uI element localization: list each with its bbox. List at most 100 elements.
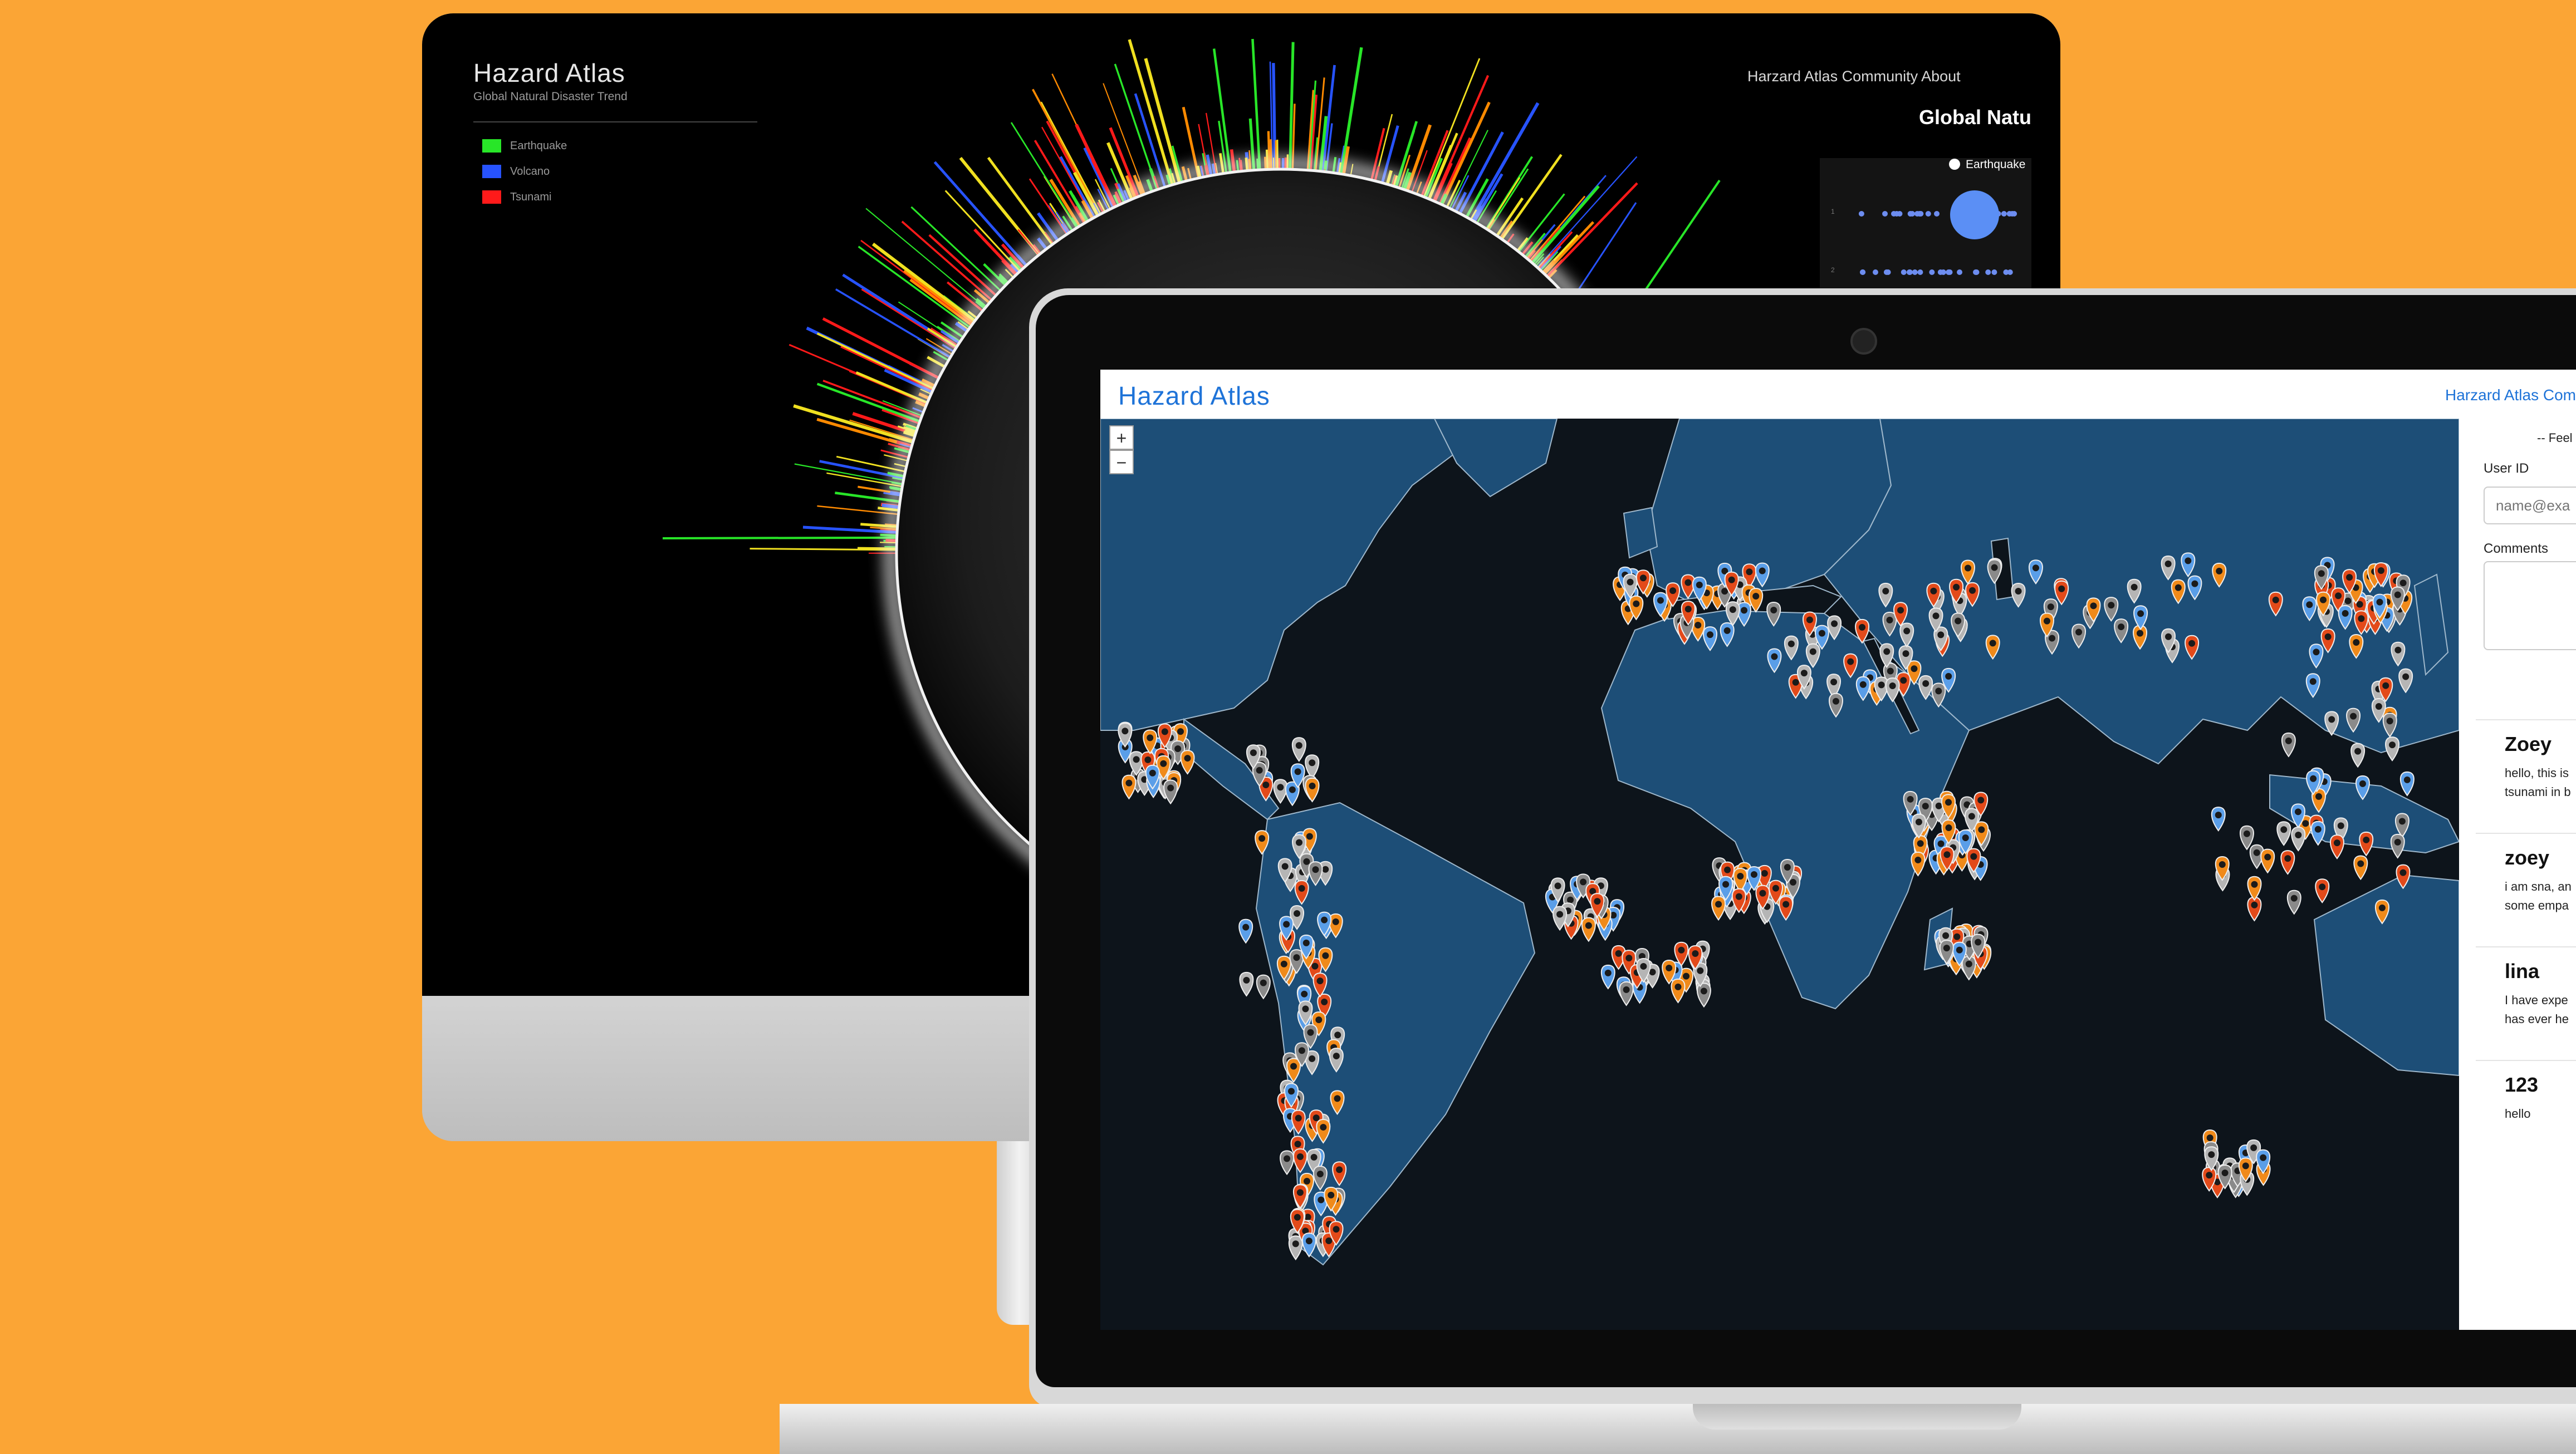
- hazard-marker[interactable]: [1671, 979, 1684, 1003]
- marker-dot: [1930, 588, 1937, 595]
- user-id-input[interactable]: [2484, 487, 2576, 524]
- marker-dot: [2260, 1155, 2266, 1161]
- comment-author: lina: [2505, 960, 2539, 983]
- highlight-bubble[interactable]: [1950, 190, 1999, 239]
- comments-label: Comments: [2484, 541, 2548, 557]
- disaster-spike: [873, 244, 975, 321]
- hazard-marker[interactable]: [1280, 1151, 1294, 1174]
- hazard-marker[interactable]: [1602, 965, 1615, 989]
- comment-item: lina 202 I have expe has ever he: [2476, 946, 2576, 1059]
- marker-dot: [1306, 833, 1313, 839]
- hazard-marker[interactable]: [2359, 832, 2373, 856]
- hazard-marker[interactable]: [2391, 834, 2404, 858]
- hazard-marker[interactable]: [2315, 879, 2329, 902]
- legend-swatch: [482, 165, 501, 178]
- marker-dot: [1860, 681, 1867, 688]
- comment-author: Zoey: [2505, 733, 2551, 756]
- marker-dot: [1295, 1141, 1301, 1147]
- marker-dot: [2291, 895, 2298, 902]
- marker-dot: [2264, 854, 2271, 861]
- trend-dot: [1957, 269, 1962, 275]
- comment-text: tsunami in b: [2505, 783, 2576, 802]
- marker-dot: [2387, 718, 2393, 724]
- marker-dot: [1625, 955, 1632, 961]
- hazard-marker[interactable]: [2330, 835, 2344, 858]
- app-title[interactable]: Hazard Atlas: [1118, 381, 1270, 411]
- hazard-marker[interactable]: [1257, 975, 1270, 999]
- hazard-marker[interactable]: [2354, 856, 2367, 879]
- marker-dot: [1933, 612, 1940, 619]
- marker-dot: [1309, 783, 1316, 789]
- marker-dot: [1556, 911, 1563, 917]
- hazard-marker[interactable]: [2351, 744, 2364, 767]
- marker-dot: [1328, 1192, 1334, 1198]
- hazard-marker[interactable]: [2311, 822, 2325, 845]
- hazard-marker[interactable]: [1289, 1236, 1302, 1259]
- hazard-marker[interactable]: [2401, 772, 2414, 795]
- marker-dot: [2137, 610, 2144, 617]
- hazard-marker[interactable]: [2212, 807, 2225, 831]
- marker-dot: [1322, 866, 1329, 873]
- marker-dot: [1301, 991, 1307, 998]
- hazard-marker[interactable]: [2281, 851, 2294, 874]
- hazard-marker[interactable]: [2261, 849, 2274, 873]
- trend-dot: [2001, 211, 2007, 217]
- marker-dot: [2251, 902, 2257, 908]
- marker-dot: [2354, 748, 2361, 755]
- marker-dot: [1555, 882, 1561, 889]
- hazard-marker[interactable]: [1292, 738, 1306, 761]
- hazard-marker[interactable]: [1697, 983, 1711, 1006]
- hazard-marker[interactable]: [2277, 822, 2290, 845]
- hazard-marker[interactable]: [2386, 737, 2399, 760]
- monitor-app-title: Hazard Atlas: [473, 58, 625, 88]
- world-map[interactable]: + −: [1100, 419, 2459, 1330]
- hazard-marker[interactable]: [1164, 780, 1177, 803]
- hazard-marker[interactable]: [1582, 918, 1595, 941]
- marker-dot: [2165, 561, 2172, 567]
- marker-dot: [2131, 584, 2138, 591]
- marker-dot: [1256, 767, 1263, 774]
- hazard-marker[interactable]: [1274, 779, 1287, 803]
- trend-dot: [1873, 269, 1878, 275]
- trend-dot: [1886, 269, 1891, 275]
- hazard-marker[interactable]: [1181, 750, 1194, 774]
- marker-dot: [2242, 1162, 2249, 1169]
- map-canvas[interactable]: [1100, 419, 2459, 1330]
- trend-dot: [1985, 269, 1991, 275]
- marker-dot: [2185, 557, 2191, 564]
- marker-dot: [2033, 564, 2039, 571]
- marker-dot: [2338, 822, 2344, 829]
- marker-dot: [1258, 835, 1265, 842]
- zoom-in-button[interactable]: +: [1109, 425, 1134, 450]
- disaster-spike: [904, 271, 973, 323]
- hazard-marker[interactable]: [1305, 755, 1319, 778]
- hazard-marker[interactable]: [2247, 877, 2261, 900]
- marker-dot: [2342, 610, 2349, 617]
- nav-links[interactable]: Harzard Atlas Com: [2445, 386, 2576, 404]
- marker-dot: [1585, 922, 1592, 929]
- hazard-marker[interactable]: [1122, 775, 1135, 799]
- hazard-marker[interactable]: [1620, 982, 1633, 1005]
- comment-item: zoey 2 i am sna, an some empa: [2476, 833, 2576, 945]
- hazard-marker[interactable]: [1239, 920, 1252, 943]
- landmass-north-america: [1100, 419, 1457, 730]
- monitor-nav-links[interactable]: Harzard Atlas Community About: [1747, 68, 1961, 85]
- marker-dot: [1969, 587, 1976, 594]
- marker-dot: [1294, 910, 1300, 917]
- marker-dot: [1242, 924, 1249, 931]
- hazard-marker[interactable]: [2240, 826, 2254, 849]
- zoom-out-button[interactable]: −: [1109, 450, 1134, 474]
- comments-textarea[interactable]: [2484, 561, 2576, 650]
- hazard-marker[interactable]: [2282, 733, 2295, 757]
- hazard-marker[interactable]: [2291, 827, 2305, 851]
- marker-dot: [1907, 796, 1914, 803]
- trend-dot: [1907, 269, 1912, 275]
- hazard-marker[interactable]: [1240, 972, 1253, 996]
- marker-dot: [1697, 967, 1703, 974]
- marker-dot: [1294, 1214, 1301, 1221]
- hazard-marker[interactable]: [2288, 891, 2301, 914]
- marker-dot: [1133, 756, 1140, 763]
- marker-dot: [1752, 593, 1759, 600]
- hazard-marker[interactable]: [1712, 896, 1725, 920]
- hazard-marker[interactable]: [1306, 778, 1319, 802]
